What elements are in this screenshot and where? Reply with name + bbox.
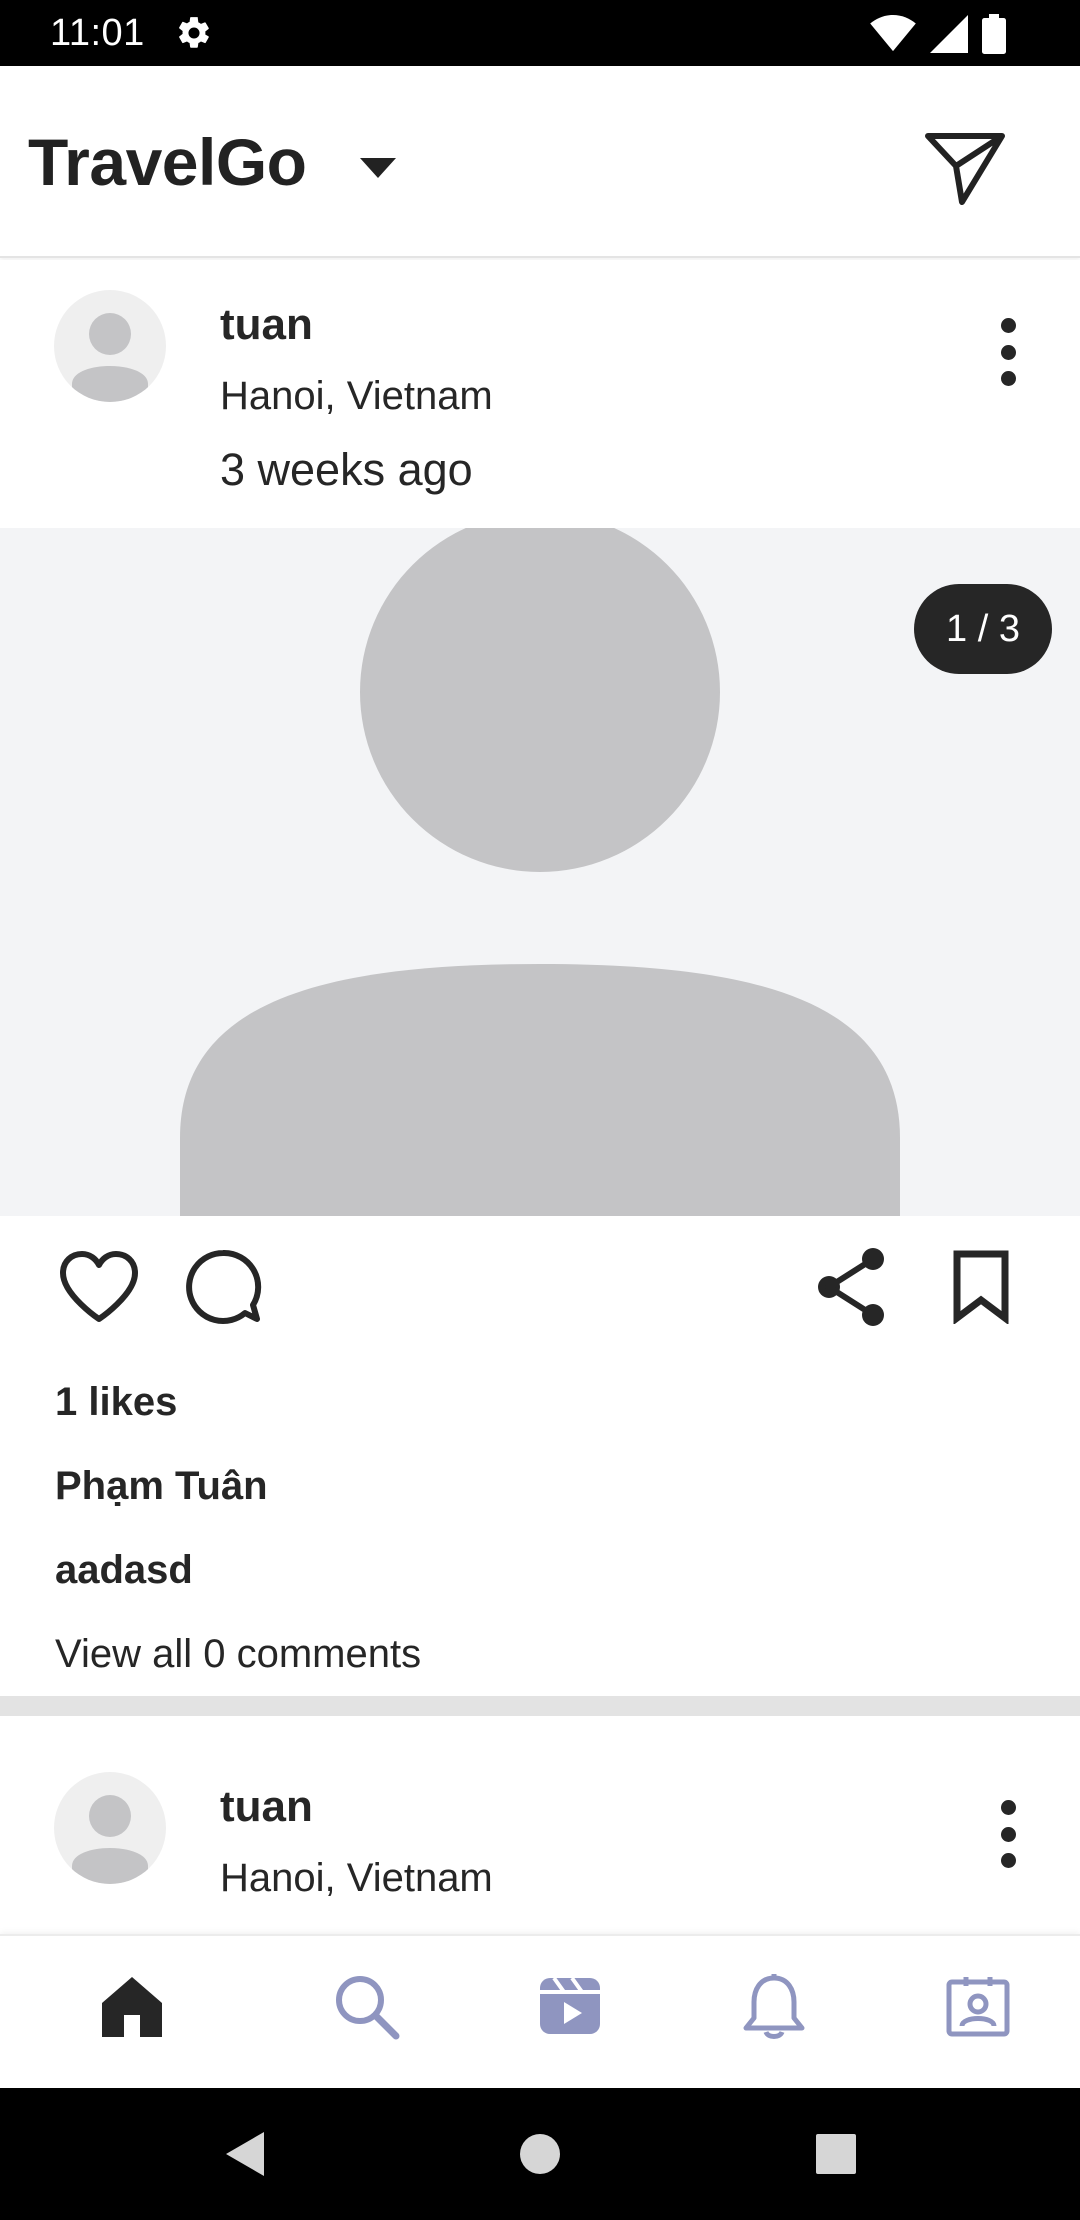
screen: 11:01 TravelGo tuan Hanoi, Vietnam 3 wee… (0, 0, 1080, 2220)
likes-count[interactable]: 1 likes (55, 1380, 177, 1425)
post-username[interactable]: tuan (220, 300, 313, 350)
status-icons (870, 14, 1006, 59)
bottom-nav (0, 1934, 1080, 2088)
bookmark-icon[interactable] (936, 1242, 1026, 1332)
image-counter: 1 / 3 (914, 584, 1052, 674)
post-username[interactable]: tuan (220, 1782, 313, 1832)
more-options-icon[interactable] (980, 1794, 1036, 1874)
post-location[interactable]: Hanoi, Vietnam (220, 374, 493, 419)
profile-icon[interactable] (928, 1956, 1028, 2056)
bell-icon[interactable] (724, 1956, 824, 2056)
battery-icon (982, 14, 1006, 59)
post-time: 3 weeks ago (220, 444, 473, 495)
post-header: tuan Hanoi, Vietnam (0, 1742, 1080, 1934)
send-icon[interactable] (922, 122, 1008, 208)
heart-icon[interactable] (54, 1242, 144, 1332)
status-bar: 11:01 (0, 0, 1080, 66)
home-circle-icon[interactable] (504, 2118, 576, 2190)
more-options-icon[interactable] (980, 312, 1036, 392)
wifi-icon (870, 15, 916, 58)
home-icon[interactable] (82, 1956, 182, 2056)
share-icon[interactable] (808, 1242, 898, 1332)
reels-icon[interactable] (520, 1956, 620, 2056)
system-nav (0, 2088, 1080, 2220)
view-comments-link[interactable]: View all 0 comments (55, 1632, 421, 1677)
signal-icon (930, 15, 968, 58)
post-header: tuan Hanoi, Vietnam 3 weeks ago (0, 260, 1080, 530)
avatar[interactable] (54, 1772, 166, 1884)
back-icon[interactable] (208, 2118, 280, 2190)
app-title[interactable]: TravelGo (28, 124, 307, 200)
recents-icon[interactable] (800, 2118, 872, 2190)
post-actions (0, 1216, 1080, 1356)
post-author[interactable]: Phạm Tuân (55, 1464, 268, 1509)
gear-icon (175, 13, 215, 53)
post-caption: aadasd (55, 1548, 193, 1592)
app-bar: TravelGo (0, 66, 1080, 258)
chevron-down-icon[interactable] (356, 152, 400, 182)
search-icon[interactable] (316, 1956, 416, 2056)
status-time: 11:01 (50, 11, 145, 54)
comment-icon[interactable] (178, 1242, 268, 1332)
post-divider (0, 1696, 1080, 1716)
avatar[interactable] (54, 290, 166, 402)
post-image[interactable]: 1 / 3 (0, 528, 1080, 1216)
post-location[interactable]: Hanoi, Vietnam (220, 1856, 493, 1901)
